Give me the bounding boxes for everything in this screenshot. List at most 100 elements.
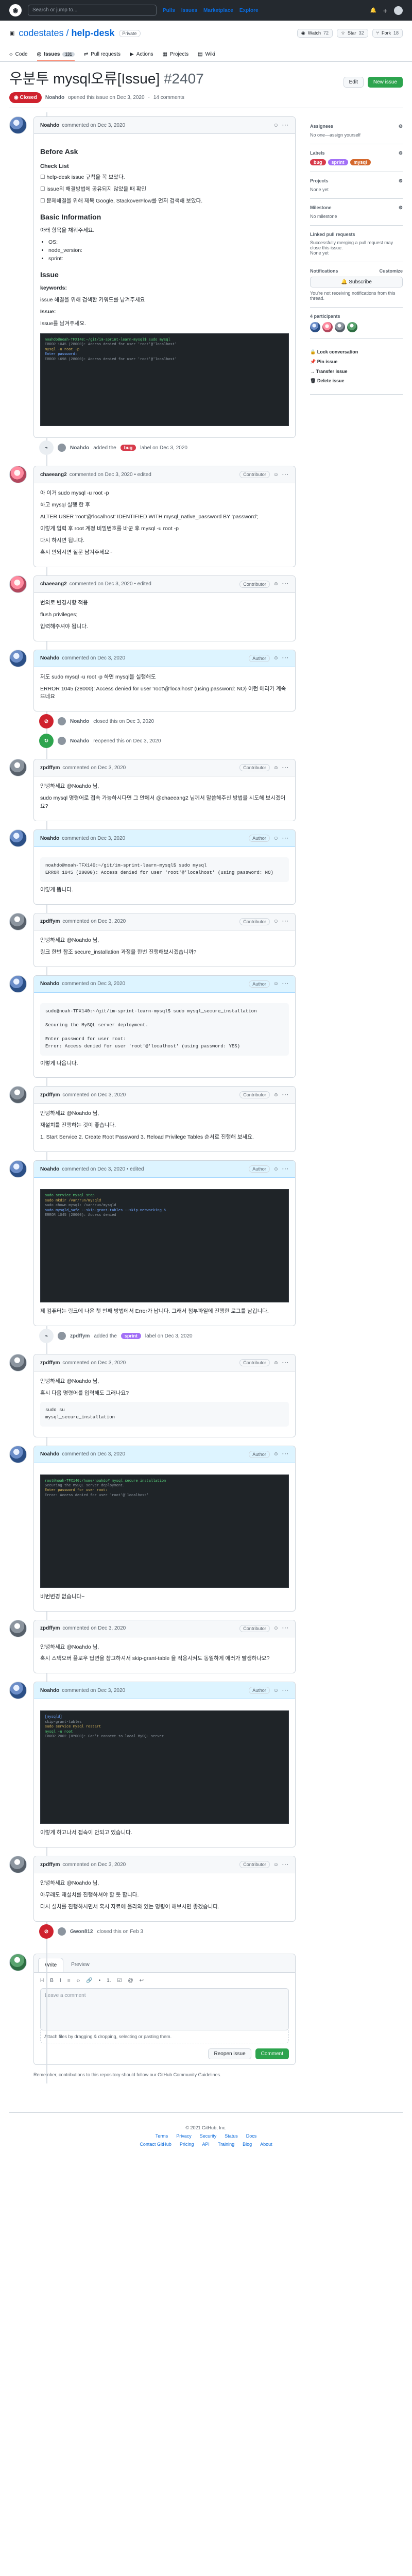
avatar[interactable] (310, 322, 320, 332)
comment-button[interactable]: Comment (255, 2048, 289, 2060)
avatar[interactable] (394, 6, 403, 15)
more-icon[interactable]: ··· (282, 1625, 289, 1631)
avatar[interactable] (9, 829, 27, 848)
smiley-icon[interactable]: ☺ (273, 472, 279, 478)
github-logo-icon[interactable]: ◉ (9, 4, 22, 16)
link-icon[interactable]: 🔗 (86, 1978, 92, 1984)
more-icon[interactable]: ··· (282, 919, 289, 924)
footer-link-privacy[interactable]: Privacy (176, 2133, 192, 2139)
footer-link-terms[interactable]: Terms (156, 2133, 168, 2139)
more-icon[interactable]: ··· (282, 472, 289, 478)
smiley-icon[interactable]: ☺ (273, 1451, 279, 1457)
code-icon[interactable]: ‹› (77, 1978, 80, 1984)
write-tab[interactable]: Write (38, 1958, 64, 1973)
avatar[interactable] (9, 1619, 27, 1637)
footer-link-security[interactable]: Security (200, 2133, 217, 2139)
transfer-issue-link[interactable]: → Transfer issue (310, 369, 403, 374)
task-list-icon[interactable]: ☑ (117, 1978, 122, 1984)
plus-icon[interactable]: ＋ (383, 7, 388, 14)
gear-icon[interactable]: ⚙ (399, 178, 403, 184)
attach-files-area[interactable]: Attach files by dragging & dropping, sel… (40, 2030, 289, 2044)
nav-issues[interactable]: Issues (181, 8, 197, 13)
star-button[interactable]: ☆ Star 32 (336, 29, 368, 38)
smiley-icon[interactable]: ☺ (273, 836, 279, 841)
new-issue-button[interactable]: New issue (367, 77, 403, 88)
fork-button[interactable]: ⑂ Fork 18 (372, 29, 403, 38)
quote-icon[interactable]: ≡ (67, 1978, 71, 1984)
avatar[interactable] (58, 717, 66, 726)
mention-icon[interactable]: @ (128, 1978, 133, 1984)
avatar[interactable] (9, 1160, 27, 1178)
delete-issue-link[interactable]: 🗑 Delete issue (310, 378, 403, 384)
heading-icon[interactable]: H (40, 1978, 44, 1984)
more-icon[interactable]: ··· (282, 123, 289, 128)
tab-wiki[interactable]: ▤ Wiki (198, 47, 215, 61)
avatar[interactable] (9, 912, 27, 930)
more-icon[interactable]: ··· (282, 1360, 289, 1366)
footer-link-about[interactable]: About (260, 2142, 272, 2147)
comment-textarea[interactable]: Leave a comment (40, 1988, 289, 2031)
footer-link-contact[interactable]: Contact GitHub (140, 2142, 171, 2147)
tab-actions[interactable]: ▶ Actions (130, 47, 153, 61)
subscribe-button[interactable]: 🔔 Subscribe (310, 277, 403, 287)
smiley-icon[interactable]: ☺ (273, 919, 279, 924)
smiley-icon[interactable]: ☺ (273, 123, 279, 128)
avatar[interactable] (9, 759, 27, 777)
more-icon[interactable]: ··· (282, 1451, 289, 1457)
avatar[interactable] (347, 322, 357, 332)
avatar[interactable] (322, 322, 333, 332)
tab-projects[interactable]: ▦ Projects (163, 47, 189, 61)
italic-icon[interactable]: I (60, 1978, 61, 1984)
avatar[interactable] (58, 444, 66, 452)
issue-author[interactable]: Noahdo (45, 95, 64, 100)
gear-icon[interactable]: ⚙ (399, 205, 403, 211)
bullet-list-icon[interactable]: • (99, 1978, 101, 1984)
footer-link-docs[interactable]: Docs (246, 2133, 257, 2139)
reply-icon[interactable]: ↩ (140, 1978, 144, 1984)
smiley-icon[interactable]: ☺ (273, 1166, 279, 1172)
edit-issue-button[interactable]: Edit (343, 77, 364, 88)
smiley-icon[interactable]: ☺ (273, 1092, 279, 1098)
more-icon[interactable]: ··· (282, 836, 289, 841)
more-icon[interactable]: ··· (282, 581, 289, 587)
reopen-issue-button[interactable]: Reopen issue (208, 2048, 251, 2060)
avatar[interactable] (9, 575, 27, 593)
smiley-icon[interactable]: ☺ (273, 1360, 279, 1366)
tab-code[interactable]: ‹› Code (9, 47, 28, 61)
nav-marketplace[interactable]: Marketplace (203, 8, 233, 13)
numbered-list-icon[interactable]: 1. (107, 1978, 111, 1984)
avatar[interactable] (9, 116, 27, 134)
smiley-icon[interactable]: ☺ (273, 581, 279, 587)
avatar[interactable] (9, 1086, 27, 1104)
sidebar-label-sprint[interactable]: sprint (328, 159, 348, 165)
tab-issues[interactable]: ◎ Issues 131 (37, 47, 75, 61)
tab-pull-requests[interactable]: ⇄ Pull requests (84, 47, 121, 61)
sprint-label[interactable]: sprint (121, 1333, 141, 1340)
avatar[interactable] (9, 649, 27, 667)
avatar[interactable] (335, 322, 345, 332)
more-icon[interactable]: ··· (282, 765, 289, 771)
smiley-icon[interactable]: ☺ (273, 1625, 279, 1631)
bold-icon[interactable]: B (50, 1978, 54, 1984)
smiley-icon[interactable]: ☺ (273, 1862, 279, 1868)
more-icon[interactable]: ··· (282, 1092, 289, 1098)
more-icon[interactable]: ··· (282, 1166, 289, 1172)
bug-label[interactable]: bug (120, 445, 136, 451)
preview-tab[interactable]: Preview (65, 1958, 96, 1972)
footer-link-status[interactable]: Status (225, 2133, 238, 2139)
avatar[interactable] (9, 1954, 27, 1972)
more-icon[interactable]: ··· (282, 981, 289, 987)
avatar[interactable] (58, 1927, 66, 1936)
nav-pulls[interactable]: Pulls (163, 8, 175, 13)
lock-conversation-link[interactable]: 🔒 Lock conversation (310, 349, 403, 355)
watch-button[interactable]: ◉ Watch 72 (297, 29, 333, 38)
avatar[interactable] (9, 975, 27, 993)
footer-link-training[interactable]: Training (218, 2142, 234, 2147)
notifications-icon[interactable]: 🔔 (370, 8, 376, 13)
avatar[interactable] (58, 1332, 66, 1341)
nav-explore[interactable]: Explore (239, 8, 259, 13)
repository-title[interactable]: codestates / help-desk (19, 28, 114, 39)
avatar[interactable] (9, 1354, 27, 1372)
more-icon[interactable]: ··· (282, 1862, 289, 1868)
smiley-icon[interactable]: ☺ (273, 1688, 279, 1693)
